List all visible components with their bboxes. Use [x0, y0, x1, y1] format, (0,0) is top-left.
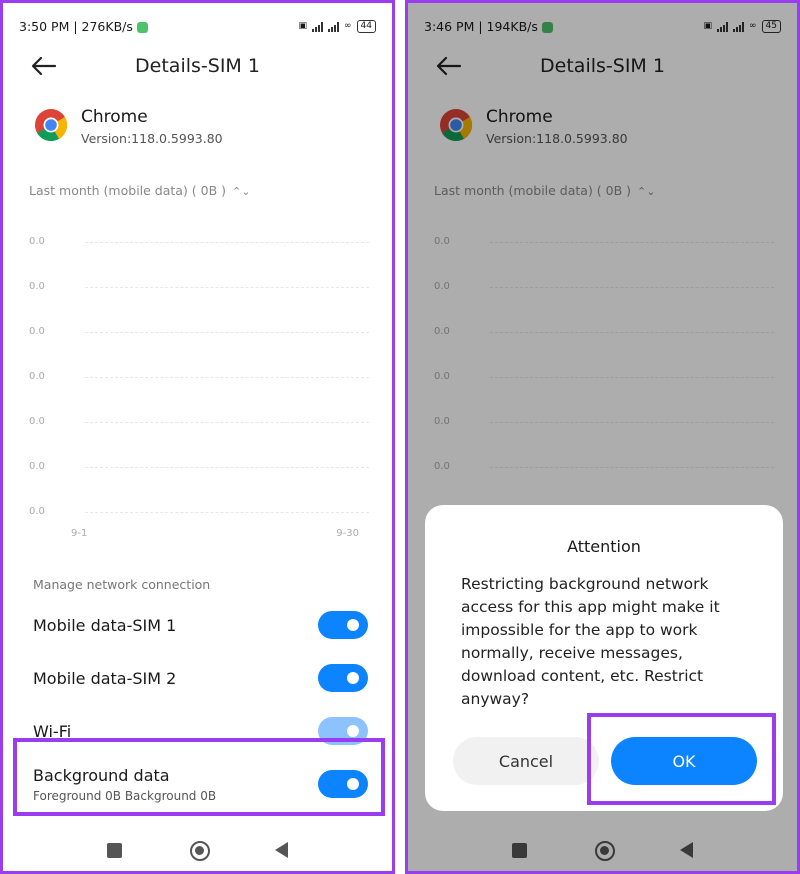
home-icon[interactable] — [190, 841, 210, 861]
y-tick-label: 0.0 — [29, 461, 45, 472]
chevron-updown-icon: ⌃⌄ — [232, 185, 251, 198]
grid-line — [85, 287, 369, 288]
nav-bar — [3, 838, 392, 864]
battery-icon: 44 — [356, 19, 376, 33]
grid-line — [85, 467, 369, 468]
app-name: Chrome — [81, 107, 148, 127]
row-mobile-data-sim1[interactable]: Mobile data-SIM 1 — [33, 603, 368, 647]
notification-icon — [136, 21, 148, 33]
chrome-icon — [35, 109, 68, 142]
signal-icon — [312, 21, 324, 32]
grid-line — [85, 332, 369, 333]
grid-line — [85, 377, 369, 378]
row-label: Mobile data-SIM 2 — [33, 668, 177, 688]
row-label: Mobile data-SIM 1 — [33, 615, 177, 635]
x-tick-label: 9-1 — [71, 528, 88, 539]
signal-icon-2 — [328, 21, 340, 32]
dialog-title: Attention — [567, 537, 641, 556]
left-screenshot: 3:50 PM | 276KB/s ▣ ∞ 44 Details-SIM 1 C… — [0, 0, 395, 874]
mobile-data-sim1-toggle[interactable] — [318, 611, 368, 639]
grid-line — [85, 422, 369, 423]
status-time: 3:50 PM | 276KB/s — [19, 18, 133, 34]
period-selector[interactable]: Last month (mobile data) ( 0B ) ⌃⌄ — [29, 183, 250, 198]
back-icon[interactable] — [275, 842, 288, 858]
section-label: Manage network connection — [33, 577, 211, 592]
highlight-box — [13, 738, 385, 816]
recents-icon[interactable] — [107, 843, 122, 858]
y-tick-label: 0.0 — [29, 236, 45, 247]
y-tick-label: 0.0 — [29, 371, 45, 382]
highlight-box — [587, 713, 776, 805]
right-screenshot: 3:46 PM | 194KB/s ▣ ∞ 45 Details-SIM 1 C… — [405, 0, 800, 874]
mobile-data-sim2-toggle[interactable] — [318, 664, 368, 692]
grid-line — [85, 512, 369, 513]
row-mobile-data-sim2[interactable]: Mobile data-SIM 2 — [33, 656, 368, 700]
period-label: Last month (mobile data) ( 0B ) — [29, 183, 227, 198]
usage-chart: 0.0 0.0 0.0 0.0 0.0 0.0 0.0 9-1 9-30 — [29, 228, 369, 548]
y-tick-label: 0.0 — [29, 326, 45, 337]
dialog-message: Restricting background network access fo… — [461, 575, 720, 708]
y-tick-label: 0.0 — [29, 281, 45, 292]
x-tick-label: 9-30 — [336, 528, 359, 539]
page-title: Details-SIM 1 — [135, 55, 260, 77]
y-tick-label: 0.0 — [29, 506, 45, 517]
app-version: Version:118.0.5993.80 — [81, 131, 223, 146]
status-bar: 3:50 PM | 276KB/s ▣ ∞ 44 — [19, 17, 376, 35]
hotspot-icon: ∞ — [344, 21, 352, 31]
volte-icon: ▣ — [298, 21, 308, 31]
cancel-button[interactable]: Cancel — [453, 737, 599, 785]
grid-line — [85, 242, 369, 243]
y-tick-label: 0.0 — [29, 416, 45, 427]
